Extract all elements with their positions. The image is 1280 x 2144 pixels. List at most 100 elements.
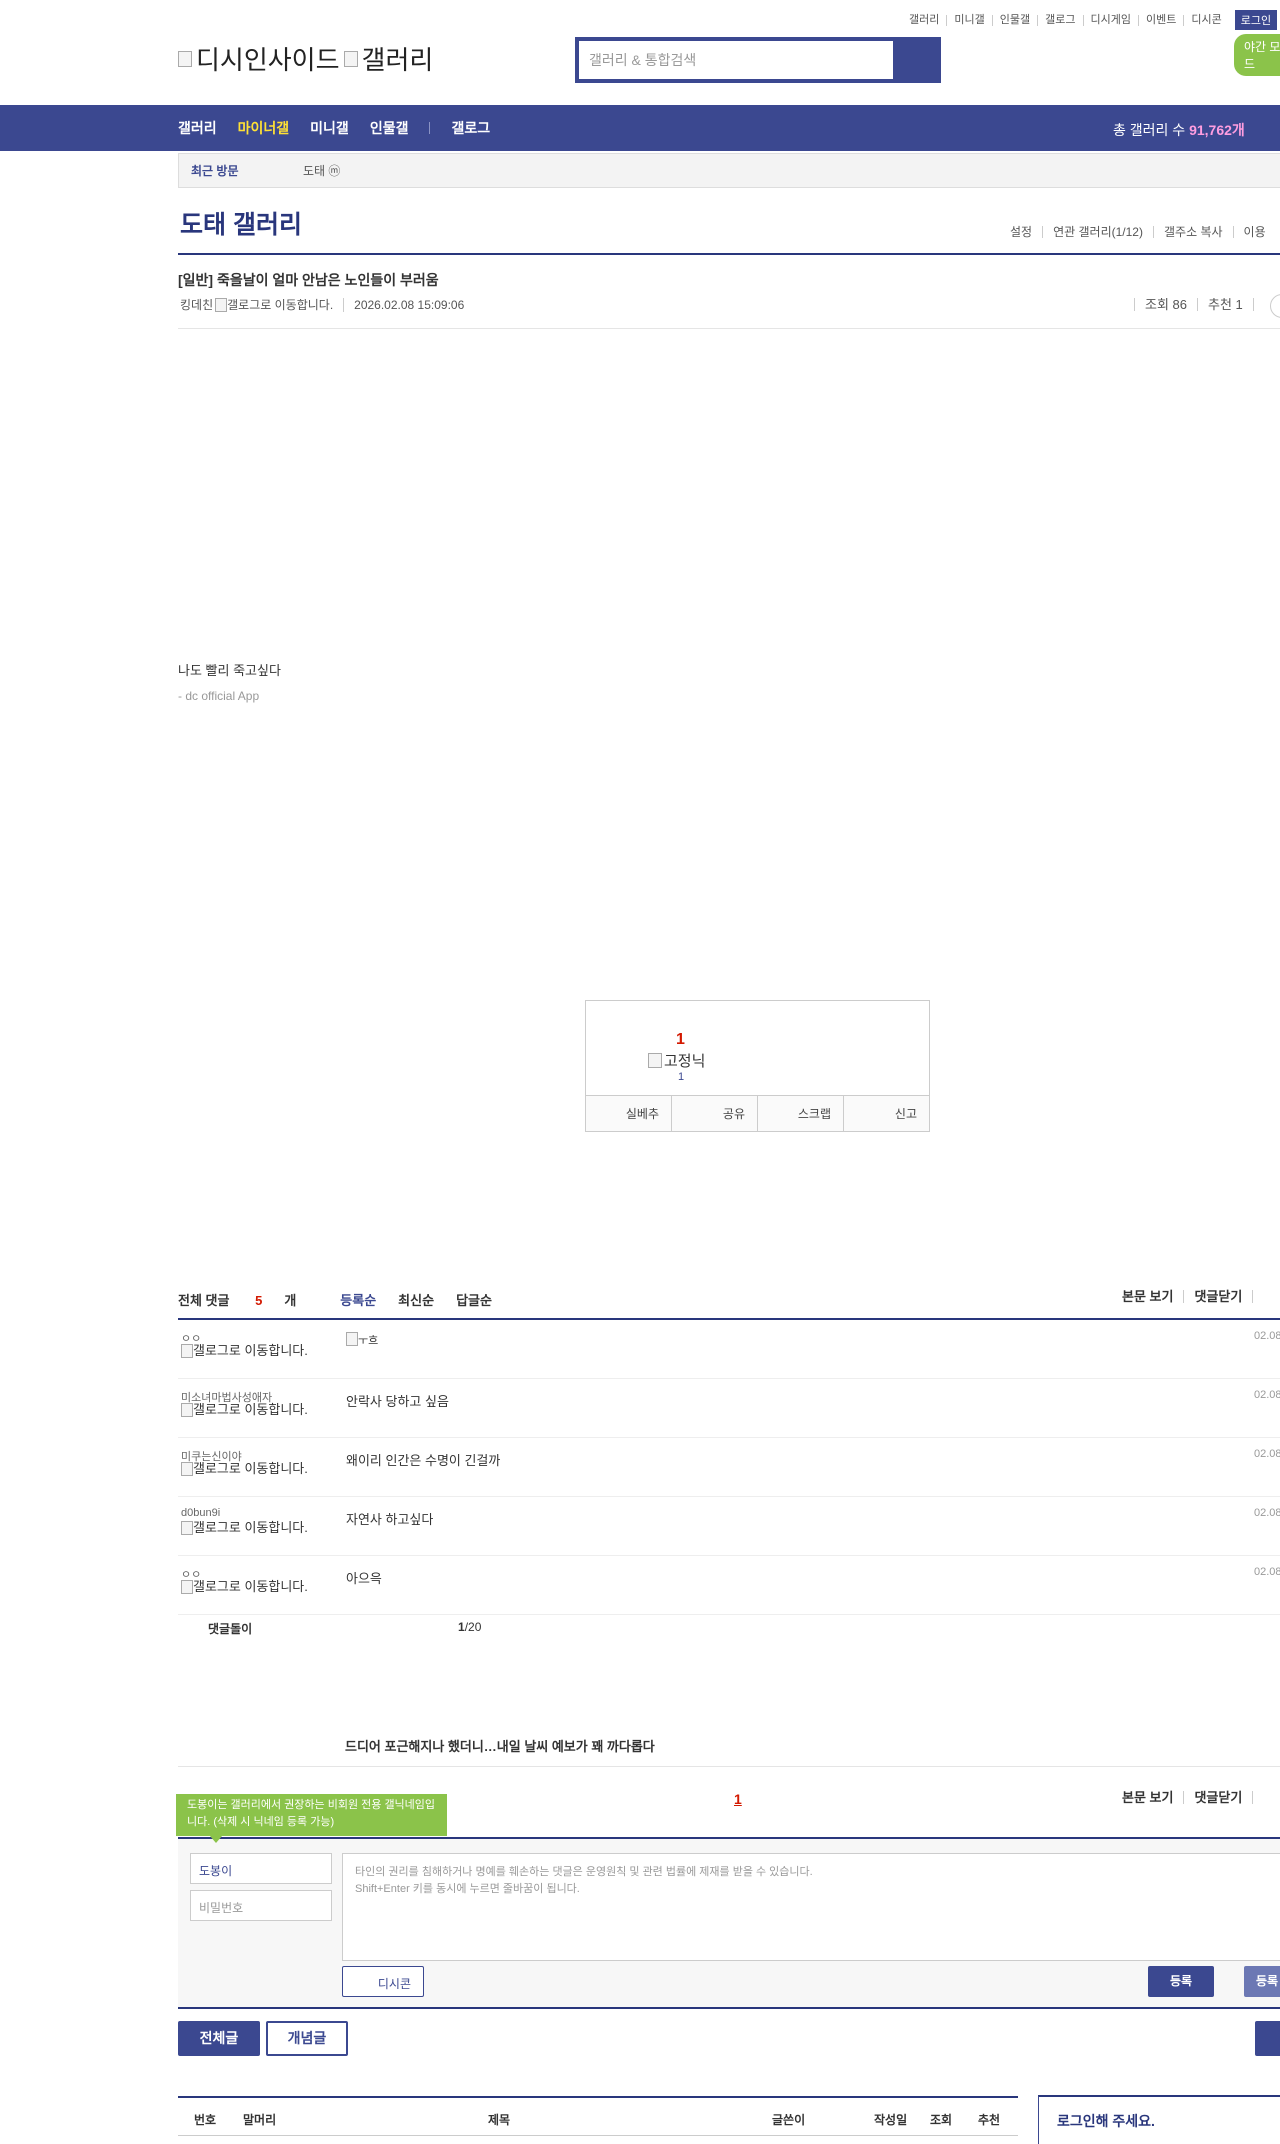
login-prompt-box[interactable]: 로그인해 주세요. — [1038, 2095, 1280, 2144]
post-recommend: 추천 1 — [1197, 298, 1253, 311]
gallog-link[interactable]: 갤로그로 이동합니다. — [215, 296, 333, 313]
tab-concept-posts[interactable]: 개념글 — [266, 2021, 348, 2056]
sort-latest[interactable]: 최신순 — [398, 1290, 434, 1309]
util-gallog-link[interactable]: 갤로그 — [1037, 14, 1082, 26]
gallery-title[interactable]: 도태 갤러리 — [180, 205, 302, 241]
copy-address-link[interactable]: 갤주소 복사 — [1152, 226, 1233, 238]
search-button[interactable] — [893, 41, 937, 79]
broken-image-icon — [215, 297, 228, 312]
broken-image-icon — [343, 50, 358, 67]
related-gallery-link[interactable]: 연관 갤러리(1/12) — [1042, 226, 1153, 238]
close-comments-link[interactable]: 댓글닫기 — [1183, 1290, 1252, 1303]
utility-nav: 갤러리 미니갤 인물갤 갤로그 디시게임 이벤트 디시콘 로그인 — [902, 10, 1278, 30]
post-list-header: 번호 말머리 제목 글쓴이 작성일 조회 추천 — [178, 2096, 1018, 2136]
site-logo[interactable]: 디시인사이드 갤러리 — [178, 40, 433, 77]
util-persongall-link[interactable]: 인물갤 — [991, 14, 1037, 26]
broken-image-icon — [181, 1344, 193, 1358]
comments-total-count: 5 — [255, 1293, 263, 1308]
util-dccon-link[interactable]: 디시콘 — [1183, 14, 1228, 26]
util-dcgame-link[interactable]: 디시게임 — [1082, 14, 1138, 26]
comment-gallog-link[interactable]: 갤로그로 이동합니다. — [181, 1580, 311, 1594]
recent-visit-item[interactable]: 도태 ⓜ — [303, 162, 340, 179]
comment-row: d0bun9i 갤로그로 이동합니다. 자연사 하고싶다 02.08 — [178, 1497, 1280, 1556]
next-post-link[interactable]: 드디어 포근해지나 했더니…내일 날씨 예보가 꽤 까다롭다 — [345, 1736, 655, 1755]
close-comments-link[interactable]: 댓글닫기 — [1183, 1791, 1252, 1804]
view-body-link[interactable]: 본문 보기 — [1122, 1791, 1183, 1804]
nav-minigall[interactable]: 미니갤 — [310, 118, 349, 138]
gallery-settings-link[interactable]: 설정 — [1000, 226, 1042, 238]
fixed-nick-count: 1 — [678, 1071, 685, 1083]
comment-gallog-alt: 갤로그로 이동합니다. — [193, 1520, 308, 1535]
total-gallery-count: 총 갤러리 수 91,762개 — [1113, 120, 1245, 140]
reply-page-total: /20 — [464, 1620, 482, 1634]
util-minigall-link[interactable]: 미니갤 — [946, 14, 991, 26]
col-recommend: 추천 — [978, 2113, 1001, 2127]
best-recommend-button[interactable]: 실베추 — [586, 1096, 671, 1131]
search-bar — [575, 37, 941, 83]
refresh-link[interactable] — [1252, 1791, 1273, 1804]
nav-persongall[interactable]: 인물갤 — [370, 118, 409, 138]
write-post-button[interactable] — [1255, 2021, 1280, 2056]
col-views: 조회 — [930, 2113, 953, 2127]
nickname-field[interactable]: 도봉이 — [190, 1853, 332, 1884]
search-input[interactable] — [579, 41, 893, 79]
submit-recommend-button[interactable]: 등록 — [1244, 1966, 1280, 1997]
total-label: 총 갤러리 수 — [1113, 122, 1190, 138]
nav-gallery[interactable]: 갤러리 — [178, 118, 217, 138]
scrap-button[interactable]: 스크랩 — [757, 1096, 843, 1131]
reply-page-current: 1 — [458, 1620, 465, 1634]
reply-bot-label: 댓글돌이 — [208, 1622, 253, 1636]
comment-gallog-link[interactable]: 갤로그로 이동합니다. — [181, 1462, 311, 1476]
view-body-link[interactable]: 본문 보기 — [1122, 1290, 1183, 1303]
comment-gallog-alt: 갤로그로 이동합니다. — [193, 1402, 308, 1417]
comment-gallog-alt: 갤로그로 이동합니다. — [193, 1461, 308, 1476]
comment-row: 미쿠는신이야 갤로그로 이동합니다. 왜이리 인간은 수명이 긴걸까 02.08 — [178, 1438, 1280, 1497]
col-number: 번호 — [194, 2113, 217, 2127]
total-value: 91,762개 — [1189, 122, 1245, 138]
password-field[interactable]: 비밀번호 — [190, 1890, 332, 1921]
night-mode-toggle[interactable]: 야간 모드 — [1234, 34, 1280, 76]
submit-button[interactable]: 등록 — [1148, 1966, 1214, 1997]
login-button[interactable]: 로그인 — [1234, 10, 1278, 30]
comment-row: ㅇㅇ 갤로그로 이동합니다. ㅜ흐 02.08 — [178, 1320, 1280, 1379]
tab-all-posts[interactable]: 전체글 — [178, 2021, 260, 2056]
comment-nick[interactable]: d0bun9i — [181, 1507, 220, 1519]
nav-minorgall[interactable]: 마이너갤 — [238, 118, 290, 138]
recommend-actions: 실베추 공유 스크랩 신고 — [586, 1095, 929, 1131]
post-meta: 킹데친 갤로그로 이동합니다. 2026.02.08 15:09:06 — [180, 296, 464, 313]
comment-text: 자연사 하고싶다 — [346, 1512, 434, 1527]
dccon-button[interactable]: 디시콘 — [342, 1966, 424, 1997]
post-date: 2026.02.08 15:09:06 — [343, 297, 464, 312]
gallog-alt-text: 갤로그로 이동합니다. — [227, 298, 334, 312]
util-gallery-link[interactable]: 갤러리 — [902, 14, 946, 26]
comments-total: 전체 댓글 5 개 — [178, 1290, 318, 1309]
post-views: 조회 86 — [1134, 298, 1197, 311]
textarea-notice-line2: Shift+Enter 키를 동시에 누르면 줄바꿈이 됩니다. — [355, 1883, 580, 1895]
report-button[interactable]: 신고 — [843, 1096, 929, 1131]
post-author[interactable]: 킹데친 — [180, 296, 213, 313]
share-button[interactable]: 공유 — [671, 1096, 757, 1131]
sort-replies[interactable]: 답글순 — [456, 1290, 492, 1309]
usage-link[interactable]: 이용 — [1232, 226, 1276, 238]
broken-image-icon — [181, 1521, 193, 1535]
comment-date: 02.08 — [1254, 1448, 1280, 1460]
refresh-link[interactable] — [1252, 1290, 1273, 1303]
comment-write-form: 도봉이 비밀번호 타인의 권리를 침해하거나 명예를 훼손하는 댓글은 운영원칙… — [178, 1837, 1280, 2009]
nav-divider — [429, 122, 431, 134]
main-nav: 갤러리 마이너갤 미니갤 인물갤 갤로그 총 갤러리 수 91,762개 — [0, 105, 1280, 151]
comment-row: ㅇㅇ 갤로그로 이동합니다. 아으윽 02.08 — [178, 1556, 1280, 1615]
comment-gallog-link[interactable]: 갤로그로 이동합니다. — [181, 1344, 311, 1358]
comment-gallog-link[interactable]: 갤로그로 이동합니다. — [181, 1403, 311, 1417]
nav-gallog[interactable]: 갤로그 — [451, 118, 490, 138]
comment-page-current[interactable]: 1 — [734, 1791, 742, 1807]
broken-image-icon — [181, 1462, 193, 1476]
comment-textarea[interactable]: 타인의 권리를 침해하거나 명예를 훼손하는 댓글은 운영원칙 및 관련 법률에… — [342, 1853, 1280, 1961]
recommend-fixed-nick[interactable]: 고정닉 — [648, 1050, 705, 1071]
recommend-box: 1 고정닉 1 실베추 공유 스크랩 신고 — [585, 1000, 930, 1132]
sort-registered[interactable]: 등록순 — [340, 1290, 376, 1309]
comment-gallog-link[interactable]: 갤로그로 이동합니다. — [181, 1521, 311, 1535]
post-stats: 조회 86 추천 1 — [1134, 298, 1274, 311]
util-event-link[interactable]: 이벤트 — [1137, 14, 1183, 26]
textarea-notice-line1: 타인의 권리를 침해하거나 명예를 훼손하는 댓글은 운영원칙 및 관련 법률에… — [355, 1866, 813, 1878]
comments-total-label: 전체 댓글 — [178, 1293, 234, 1308]
